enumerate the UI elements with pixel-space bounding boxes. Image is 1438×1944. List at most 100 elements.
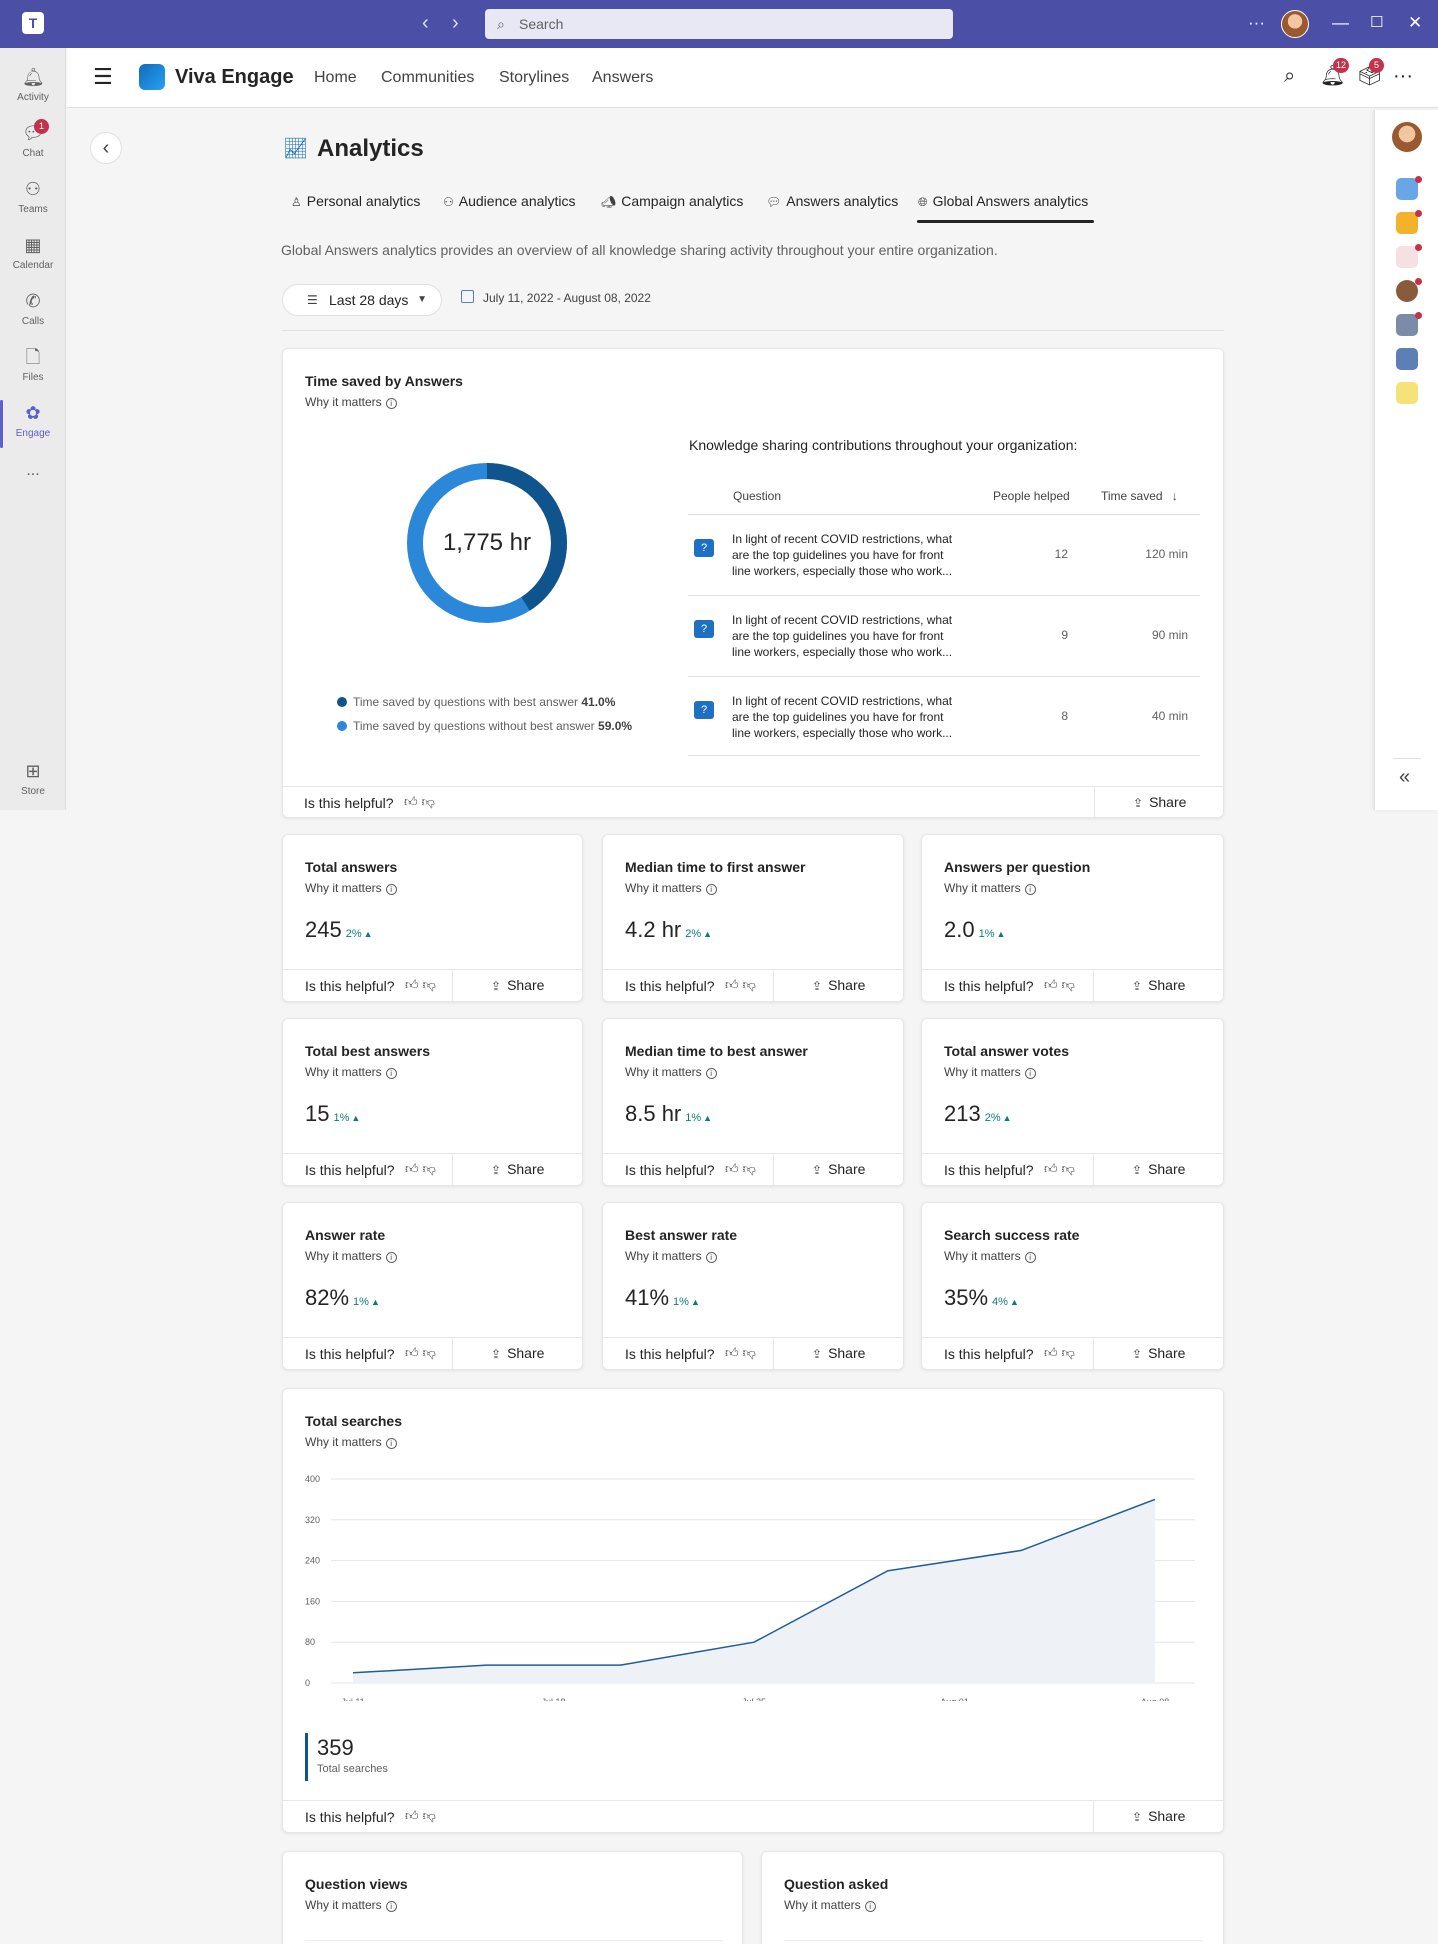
rail-chat[interactable]: 💬︎ Chat 1 [0,116,66,172]
more-options-icon[interactable]: ··· [1248,10,1265,36]
thumbs-up-icon[interactable]: 👍︎ [404,794,422,809]
thumbs-down-icon[interactable]: 👎︎ [743,1345,760,1360]
share-button[interactable]: ⇪ Share [452,1154,582,1186]
nav-storylines[interactable]: Storylines [499,69,569,87]
table-row[interactable]: ? In light of recent COVID restrictions,… [688,514,1200,594]
why-it-matters-link[interactable]: Why it matters i [305,395,397,409]
rail-store[interactable]: ⊞ Store [0,754,66,810]
search-icon[interactable]: ⌕ [1284,64,1295,88]
page-title: Analytics [317,135,424,162]
forward-arrow-icon[interactable]: › [452,12,459,34]
column-header-people-helped[interactable]: People helped [993,489,1070,503]
thumbs-up-icon[interactable]: 👍︎ [725,977,743,992]
share-button[interactable]: ⇪ Share [452,1338,582,1370]
minimize-icon[interactable]: — [1332,10,1349,36]
table-row[interactable]: ? In light of recent COVID restrictions,… [688,595,1200,675]
thumbs-down-icon[interactable]: 👎︎ [743,1161,760,1176]
thumbs-down-icon[interactable]: 👎︎ [423,1808,440,1823]
rail-activity[interactable]: 🔔︎ Activity [0,60,66,116]
why-it-matters-link[interactable]: Why it matters i [944,1249,1036,1263]
why-it-matters-link[interactable]: Why it matters i [784,1898,876,1912]
thumbs-down-icon[interactable]: 👎︎ [743,977,760,992]
table-row[interactable]: ? In light of recent COVID restrictions,… [688,676,1200,756]
thumbs-down-icon[interactable]: 👎︎ [1062,1345,1079,1360]
share-button[interactable]: ⇪ Share [773,970,903,1002]
maximize-icon[interactable]: ☐ [1370,10,1383,36]
user-avatar[interactable] [1281,10,1309,38]
thumbs-down-icon[interactable]: 👎︎ [423,977,440,992]
thumbs-down-icon[interactable]: 👎︎ [423,1161,440,1176]
info-icon: i [864,1901,876,1912]
close-icon[interactable]: ✕ [1408,10,1422,36]
legend-item: Time saved by questions without best ans… [337,719,632,733]
thumbs-up-icon[interactable]: 👍︎ [405,1808,423,1823]
thumbs-down-icon[interactable]: 👎︎ [1062,1161,1079,1176]
thumbs-down-icon[interactable]: 👎︎ [422,794,439,809]
why-it-matters-link[interactable]: Why it matters i [305,1435,397,1449]
tab-label: Campaign analytics [621,193,744,209]
rail-engage[interactable]: ✿ Engage [0,396,66,452]
hamburger-menu-icon[interactable]: ☰ [93,66,113,88]
app-icon[interactable] [1396,382,1418,404]
date-range-filter-button[interactable]: ☰ Last 28 days ▼ [282,284,442,316]
why-it-matters-link[interactable]: Why it matters i [625,881,717,895]
legend-swatch [337,721,347,731]
more-options-icon[interactable]: ··· [1393,64,1413,88]
rail-more[interactable]: ... [0,452,66,508]
rail-calls[interactable]: ✆ Calls [0,284,66,340]
back-button[interactable]: ‹ [90,132,122,164]
why-it-matters-link[interactable]: Why it matters i [305,1898,397,1912]
thumbs-down-icon[interactable]: 👎︎ [423,1345,440,1360]
why-it-matters-link[interactable]: Why it matters i [305,1065,397,1079]
tab-answers-analytics[interactable]: 💬︎ Answers analytics [766,193,898,209]
thumbs-up-icon[interactable]: 👍︎ [725,1345,743,1360]
filter-label: Last 28 days [329,292,409,308]
nav-home[interactable]: Home [314,69,357,87]
share-button[interactable]: ⇪ Share [1094,787,1224,819]
metric-value-row: 82% 1% ▲ [305,1285,380,1311]
why-it-matters-link[interactable]: Why it matters i [944,881,1036,895]
tab-audience-analytics[interactable]: ⚇ Audience analytics [443,193,576,209]
metric-change: 2% [685,928,702,940]
why-it-matters-link[interactable]: Why it matters i [625,1065,717,1079]
metric-value: 2.0 [944,917,975,942]
why-it-matters-link[interactable]: Why it matters i [305,1249,397,1263]
tab-personal-analytics[interactable]: ♙ Personal analytics [291,193,420,209]
x-tick-label: Aug 01 [940,1697,969,1701]
rail-files[interactable]: 🗋 Files [0,340,66,396]
back-arrow-icon[interactable]: ‹ [422,12,429,34]
collapse-panel-icon[interactable]: « [1399,766,1410,789]
why-it-matters-link[interactable]: Why it matters i [625,1249,717,1263]
thumbs-up-icon[interactable]: 👍︎ [1044,1345,1062,1360]
thumbs-up-icon[interactable]: 👍︎ [1044,1161,1062,1176]
tab-global-answers-analytics[interactable]: 🌐︎ Global Answers analytics [918,193,1088,210]
trend-up-icon: ▲ [370,1297,380,1307]
share-button[interactable]: ⇪ Share [1093,1154,1223,1186]
group-avatar[interactable] [1396,348,1418,370]
thumbs-up-icon[interactable]: 👍︎ [405,977,423,992]
why-it-matters-link[interactable]: Why it matters i [305,881,397,895]
share-button[interactable]: ⇪ Share [773,1154,903,1186]
share-icon: ⇪ [812,1163,823,1177]
share-button[interactable]: ⇪ Share [452,970,582,1002]
search-input[interactable]: ⌕ Search [485,9,953,39]
why-it-matters-link[interactable]: Why it matters i [944,1065,1036,1079]
rail-teams[interactable]: ⚇ Teams [0,172,66,228]
thumbs-up-icon[interactable]: 👍︎ [1044,977,1062,992]
date-range-text: July 11, 2022 - August 08, 2022 [483,291,651,305]
share-button[interactable]: ⇪ Share [1093,1338,1223,1370]
share-button[interactable]: ⇪ Share [1093,1801,1223,1833]
thumbs-down-icon[interactable]: 👎︎ [1062,977,1079,992]
rail-calendar[interactable]: ▦ Calendar [0,228,66,284]
table-heading: Knowledge sharing contributions througho… [689,437,1078,453]
share-button[interactable]: ⇪ Share [1093,970,1223,1002]
nav-communities[interactable]: Communities [381,69,474,87]
column-header-time-saved[interactable]: Time saved ↓ [1101,489,1178,503]
thumbs-up-icon[interactable]: 👍︎ [405,1345,423,1360]
thumbs-up-icon[interactable]: 👍︎ [405,1161,423,1176]
share-button[interactable]: ⇪ Share [773,1338,903,1370]
thumbs-up-icon[interactable]: 👍︎ [725,1161,743,1176]
tab-campaign-analytics[interactable]: 📣︎ Campaign analytics [601,193,743,209]
profile-avatar[interactable] [1392,122,1422,152]
nav-answers[interactable]: Answers [592,69,653,87]
